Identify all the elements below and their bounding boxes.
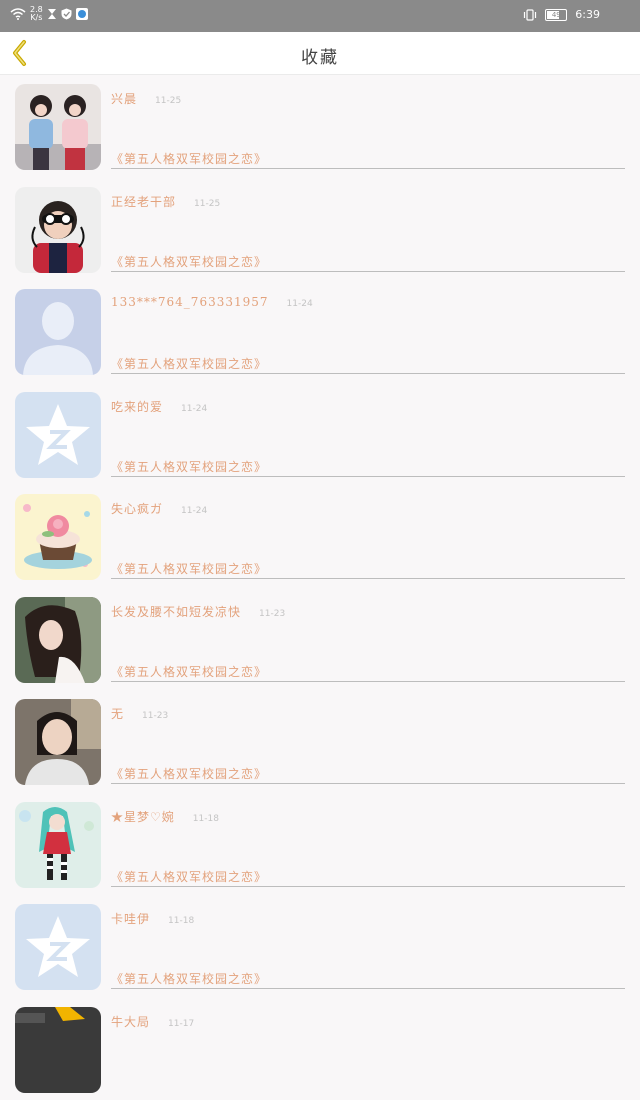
item-date: 11-25	[194, 199, 220, 209]
work-title[interactable]: 《第五人格双军校园之恋》	[111, 970, 267, 987]
item-name-row[interactable]: 正经老干部 11-25	[111, 193, 220, 210]
divider	[111, 988, 625, 989]
battery-icon: 49	[545, 9, 567, 21]
item-date: 11-24	[181, 506, 207, 516]
avatar[interactable]	[15, 904, 101, 990]
avatar-image	[15, 699, 101, 785]
item-date: 11-24	[181, 404, 207, 414]
item-name-row[interactable]: 无 11-23	[111, 705, 168, 722]
avatar[interactable]	[15, 802, 101, 888]
user-name: 长发及腰不如短发凉快	[111, 605, 241, 619]
list-item[interactable]: 133***764_763331957 11-24 《第五人格双军校园之恋》	[0, 280, 640, 383]
divider	[111, 476, 625, 477]
item-name-row[interactable]: 牛大局11-17	[111, 1013, 194, 1030]
user-name: 正经老干部	[111, 195, 176, 209]
user-name: 无	[111, 707, 124, 721]
work-title[interactable]: 《第五人格双军校园之恋》	[111, 663, 267, 680]
status-bar: 2.8 K/s 49 6:39	[0, 0, 640, 32]
list-item[interactable]: 失心疯ガ 11-24 《第五人格双军校园之恋》	[0, 485, 640, 588]
item-date: 11-24	[287, 299, 313, 309]
default-person-icon	[15, 289, 101, 375]
divider	[111, 271, 625, 272]
list-item[interactable]: 长发及腰不如短发凉快 11-23 《第五人格双军校园之恋》	[0, 588, 640, 691]
list-item[interactable]: 牛大局11-17	[0, 998, 640, 1100]
item-date: 11-25	[155, 96, 181, 106]
divider	[111, 681, 625, 682]
work-title[interactable]: 《第五人格双军校园之恋》	[111, 560, 267, 577]
user-name: 卡哇伊	[111, 912, 150, 926]
shield-icon	[61, 8, 72, 20]
work-title[interactable]: 《第五人格双军校园之恋》	[111, 355, 267, 372]
user-name: 兴晨	[111, 92, 137, 106]
avatar[interactable]	[15, 1007, 101, 1093]
work-title[interactable]: 《第五人格双军校园之恋》	[111, 253, 267, 270]
list-item[interactable]: 吃来的爱 11-24 《第五人格双军校园之恋》	[0, 383, 640, 486]
item-date: 11-18	[168, 916, 194, 926]
avatar-image	[15, 187, 101, 273]
avatar[interactable]	[15, 699, 101, 785]
item-date: 11-23	[142, 711, 168, 721]
qq-star-icon	[15, 904, 101, 990]
item-name-row[interactable]: 失心疯ガ 11-24	[111, 500, 207, 517]
status-left: 2.8 K/s	[10, 6, 88, 22]
qq-star-icon	[15, 392, 101, 478]
list-item[interactable]: 无 11-23 《第五人格双军校园之恋》	[0, 690, 640, 793]
user-name: 吃来的爱	[111, 400, 163, 414]
work-title[interactable]: 《第五人格双军校园之恋》	[111, 765, 267, 782]
divider	[111, 373, 625, 374]
user-name: 牛大局	[111, 1015, 150, 1029]
clock: 6:39	[575, 8, 600, 21]
avatar-image	[15, 802, 101, 888]
item-name-row[interactable]: 兴晨 11-25	[111, 90, 181, 107]
work-title[interactable]: 《第五人格双军校园之恋》	[111, 868, 267, 885]
item-name-row[interactable]: 133***764_763331957 11-24	[111, 295, 313, 309]
page-title: 收藏	[0, 43, 640, 68]
list-item[interactable]: 兴晨 11-25 《第五人格双军校园之恋》	[0, 75, 640, 178]
vibrate-icon	[523, 9, 537, 21]
divider	[111, 578, 625, 579]
avatar[interactable]	[15, 289, 101, 375]
avatar[interactable]	[15, 392, 101, 478]
avatar[interactable]	[15, 84, 101, 170]
hourglass-icon	[47, 8, 57, 20]
avatar-image	[15, 1007, 101, 1093]
speed-unit: K/s	[30, 14, 43, 22]
avatar-image	[15, 84, 101, 170]
item-name-row[interactable]: ★星梦♡婉 11-18	[111, 808, 219, 825]
avatar[interactable]	[15, 494, 101, 580]
app-icon	[76, 8, 88, 20]
user-name: ★星梦♡婉	[111, 810, 175, 824]
avatar[interactable]	[15, 187, 101, 273]
divider	[111, 783, 625, 784]
user-name: 133***764_763331957	[111, 295, 269, 309]
work-title[interactable]: 《第五人格双军校园之恋》	[111, 150, 267, 167]
item-date: 11-23	[259, 609, 285, 619]
item-date: 11-18	[193, 814, 219, 824]
list-item[interactable]: 卡哇伊 11-18 《第五人格双军校园之恋》	[0, 895, 640, 998]
battery-level: 49	[552, 11, 561, 19]
list-item[interactable]: 正经老干部 11-25 《第五人格双军校园之恋》	[0, 178, 640, 281]
user-name: 失心疯ガ	[111, 502, 163, 516]
item-name-row[interactable]: 长发及腰不如短发凉快 11-23	[111, 603, 285, 620]
divider	[111, 886, 625, 887]
status-right: 49 6:39	[523, 8, 600, 21]
cupcake-icon	[15, 494, 101, 580]
wifi-icon	[10, 8, 26, 20]
work-title[interactable]: 《第五人格双军校园之恋》	[111, 458, 267, 475]
item-name-row[interactable]: 卡哇伊 11-18	[111, 910, 194, 927]
avatar[interactable]	[15, 597, 101, 683]
network-speed: 2.8 K/s	[30, 6, 43, 22]
title-bar: 收藏	[0, 32, 640, 75]
avatar-image	[15, 597, 101, 683]
item-name-row[interactable]: 吃来的爱 11-24	[111, 398, 207, 415]
divider	[111, 168, 625, 169]
favorites-list: 兴晨 11-25 《第五人格双军校园之恋》 正经老干部 11-25 《第五人格双军校…	[0, 75, 640, 1100]
list-item[interactable]: ★星梦♡婉 11-18 《第五人格双军校园之恋》	[0, 793, 640, 896]
